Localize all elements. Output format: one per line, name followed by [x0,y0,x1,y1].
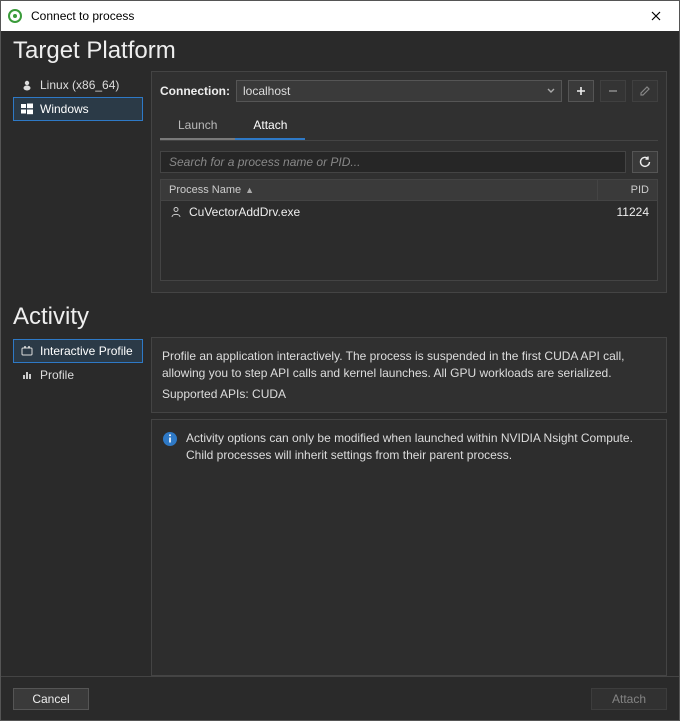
process-row[interactable]: CuVectorAddDrv.exe 11224 [161,201,657,223]
column-process-name[interactable]: Process Name ▲ [161,180,597,200]
sort-asc-icon: ▲ [245,185,254,195]
connection-tabs: Launch Attach [160,112,658,141]
window-title: Connect to process [31,9,134,23]
platform-label: Linux (x86_64) [40,78,119,92]
activity-info-box: Activity options can only be modified wh… [151,419,667,676]
activity-item-profile[interactable]: Profile [13,363,143,387]
platform-sidebar: Linux (x86_64) Windows [13,71,143,293]
linux-icon [20,78,34,92]
dialog-footer: Cancel Attach [1,676,679,720]
dialog-content: Target Platform Linux (x86_64) Windows [1,31,679,676]
title-bar: Connect to process [1,1,679,31]
connection-row: Connection: localhost [160,80,658,102]
profile-icon [20,368,34,382]
target-platform-heading: Target Platform [13,31,667,71]
activity-info-text: Activity options can only be modified wh… [186,430,656,462]
app-icon [7,8,23,24]
process-pid: 11224 [597,203,657,221]
activity-heading: Activity [13,297,667,337]
cancel-button[interactable]: Cancel [13,688,89,710]
refresh-button[interactable] [632,151,658,173]
tab-launch[interactable]: Launch [160,112,235,140]
connection-combo[interactable]: localhost [236,80,562,102]
chevron-down-icon [547,84,555,98]
activity-label: Profile [40,368,74,382]
window-close-button[interactable] [639,2,673,30]
tab-attach[interactable]: Attach [235,112,305,140]
process-search-input[interactable] [160,151,626,173]
activity-label: Interactive Profile [40,344,133,358]
platform-label: Windows [40,102,89,116]
info-icon [162,431,178,447]
connection-value: localhost [243,84,290,98]
activity-sidebar: Interactive Profile Profile [13,337,143,676]
activity-item-interactive-profile[interactable]: Interactive Profile [13,339,143,363]
dialog-window: Connect to process Target Platform Linux… [0,0,680,721]
attach-button[interactable]: Attach [591,688,667,710]
column-pid[interactable]: PID [597,180,657,200]
activity-description: Profile an application interactively. Th… [162,348,656,382]
activity-supported-apis: Supported APIs: CUDA [162,386,656,403]
process-icon [169,205,183,219]
platform-item-windows[interactable]: Windows [13,97,143,121]
process-table: Process Name ▲ PID [160,179,658,281]
connection-add-button[interactable] [568,80,594,102]
connection-remove-button[interactable] [600,80,626,102]
platform-item-linux[interactable]: Linux (x86_64) [13,73,143,97]
process-name: CuVectorAddDrv.exe [189,205,300,219]
connection-label: Connection: [160,84,230,98]
connection-edit-button[interactable] [632,80,658,102]
activity-description-box: Profile an application interactively. Th… [151,337,667,413]
windows-icon [20,102,34,116]
interactive-profile-icon [20,344,34,358]
